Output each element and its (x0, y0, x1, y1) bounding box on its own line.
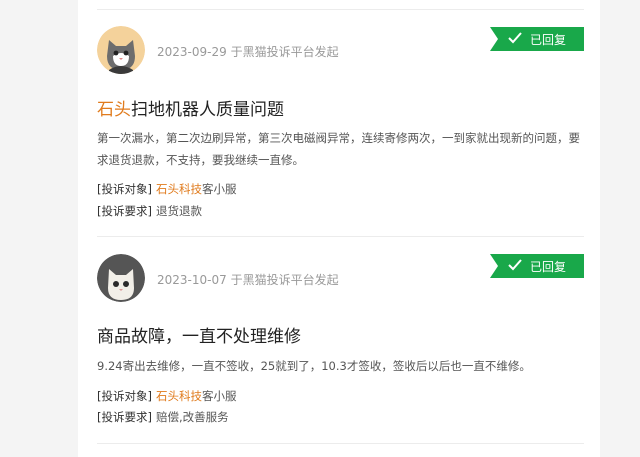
user-avatar (97, 26, 145, 74)
complaint-target: [投诉对象] 石头科技客小服 (97, 388, 236, 404)
complaint-date: 2023-09-29 (157, 45, 227, 59)
title-brand: 石头 (97, 100, 131, 120)
status-badge: 已回复 (490, 27, 584, 51)
status-badge: 已回复 (490, 254, 584, 278)
target-org-link[interactable]: 石头科技 (156, 182, 202, 196)
complaint-source: 于黑猫投诉平台发起 (230, 273, 339, 287)
target-label: [投诉对象] (97, 389, 152, 403)
check-icon (508, 258, 522, 274)
complaint-demand: [投诉要求] 退货退款 (97, 203, 202, 219)
target-org-link[interactable]: 石头科技 (156, 389, 202, 403)
target-label: [投诉对象] (97, 182, 152, 196)
divider-bottom (97, 443, 584, 444)
complaint-date: 2023-10-07 (157, 273, 227, 287)
divider-top (97, 9, 584, 10)
status-label: 已回复 (529, 259, 566, 274)
cat-avatar-icon (97, 26, 145, 74)
complaint-meta: 2023-09-29 于黑猫投诉平台发起 (157, 43, 339, 60)
demand-value: 退货退款 (155, 204, 202, 218)
cat-avatar-icon (97, 254, 145, 302)
divider-middle (97, 236, 584, 237)
complaint-card[interactable]: 2023-10-07 于黑猫投诉平台发起 已回复 商品故障，一直不处理维修 9.… (97, 254, 584, 434)
demand-label: [投诉要求] (97, 410, 152, 424)
target-suffix: 客小服 (201, 182, 237, 196)
complaint-description: 9.24寄出去维修，一直不签收，25就到了，10.3才签收，签收后以后也一直不维… (97, 359, 531, 373)
complaint-title[interactable]: 商品故障，一直不处理维修 (97, 322, 301, 347)
target-suffix: 客小服 (201, 389, 237, 403)
check-icon (508, 31, 522, 47)
complaint-source: 于黑猫投诉平台发起 (230, 45, 339, 59)
demand-label: [投诉要求] (97, 204, 152, 218)
title-text: 扫地机器人质量问题 (131, 100, 284, 120)
complaint-title[interactable]: 石头扫地机器人质量问题 (97, 95, 284, 120)
complaint-target: [投诉对象] 石头科技客小服 (97, 181, 236, 197)
complaint-meta: 2023-10-07 于黑猫投诉平台发起 (157, 271, 339, 288)
complaint-card[interactable]: 2023-09-29 于黑猫投诉平台发起 已回复 石头扫地机器人质量问题 第一次… (97, 24, 584, 224)
complaint-demand: [投诉要求] 赔偿,改善服务 (97, 409, 229, 425)
title-text: 商品故障，一直不处理维修 (97, 327, 301, 347)
user-avatar (97, 254, 145, 302)
demand-value: 赔偿,改善服务 (155, 410, 229, 424)
status-label: 已回复 (529, 32, 566, 47)
complaint-description: 第一次漏水，第二次边刷异常，第三次电磁阀异常，连续寄修两次，一到家就出现新的问题… (97, 131, 580, 167)
